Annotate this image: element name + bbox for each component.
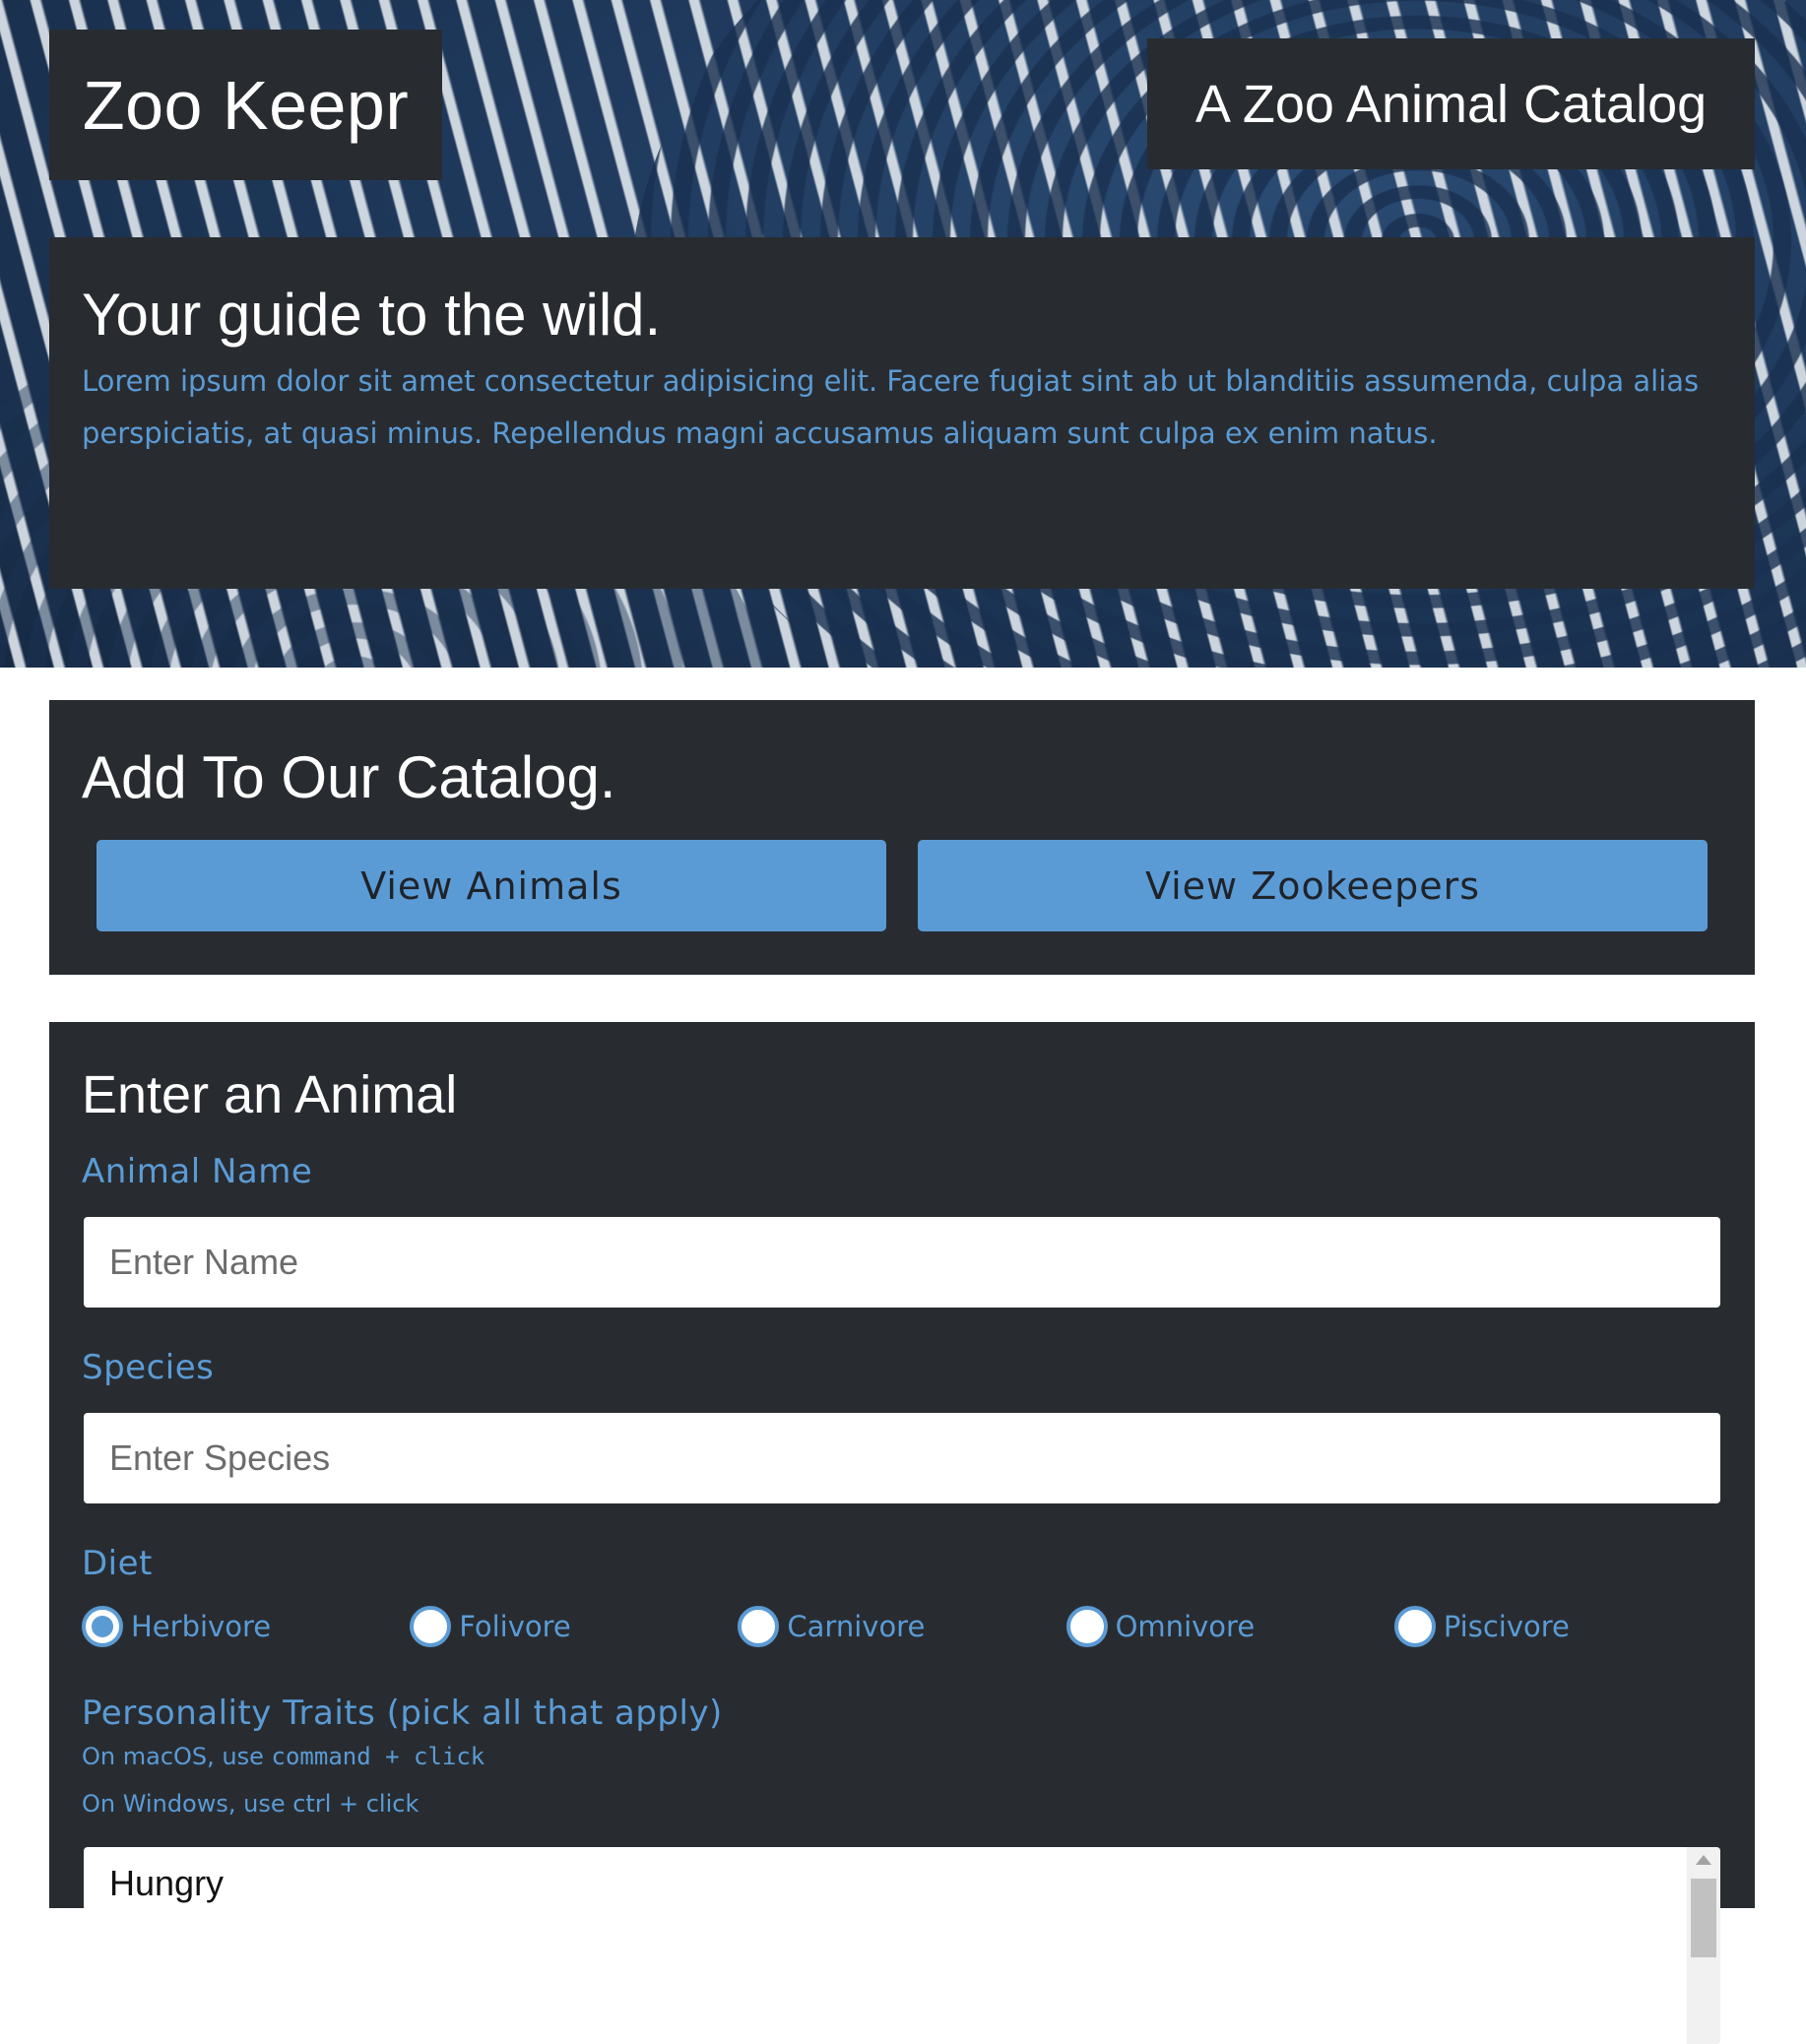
diet-option-carnivore[interactable]: Carnivore bbox=[738, 1606, 1065, 1647]
radio-unchecked-icon[interactable] bbox=[410, 1606, 452, 1647]
intro-title: Your guide to the wild. bbox=[82, 282, 662, 348]
animal-name-input[interactable] bbox=[84, 1217, 1720, 1308]
scrollbar-thumb[interactable] bbox=[1691, 1879, 1716, 1957]
hint-macos-keys: command + click bbox=[271, 1743, 485, 1770]
diet-label: Diet bbox=[82, 1544, 153, 1583]
form-title: Enter an Animal bbox=[82, 1065, 458, 1124]
diet-option-label: Omnivore bbox=[1115, 1610, 1256, 1643]
radio-unchecked-icon[interactable] bbox=[1393, 1606, 1436, 1647]
diet-option-label: Folivore bbox=[459, 1610, 571, 1643]
diet-option-piscivore[interactable]: Piscivore bbox=[1393, 1606, 1722, 1647]
radio-checked-icon[interactable] bbox=[82, 1606, 123, 1647]
intro-body: Lorem ipsum dolor sit amet consectetur a… bbox=[82, 364, 1700, 450]
catalog-panel: Add To Our Catalog. View Animals View Zo… bbox=[49, 700, 1755, 975]
personality-traits-label: Personality Traits (pick all that apply) bbox=[82, 1693, 723, 1733]
diet-radio-group: Herbivore Folivore Carnivore Omnivore Pi… bbox=[82, 1603, 1722, 1650]
traits-scrollbar[interactable] bbox=[1687, 1847, 1720, 2044]
diet-option-label: Piscivore bbox=[1443, 1610, 1570, 1643]
radio-unchecked-icon[interactable] bbox=[1065, 1606, 1108, 1647]
scroll-up-arrow-icon[interactable] bbox=[1696, 1855, 1711, 1865]
site-logo[interactable]: Zoo Keepr bbox=[49, 30, 442, 180]
view-zookeepers-button[interactable]: View Zookeepers bbox=[918, 840, 1708, 931]
diet-option-label: Carnivore bbox=[787, 1610, 926, 1643]
hint-macos-prefix: On macOS, use bbox=[82, 1743, 264, 1770]
hint-macos: On macOS, use command + click bbox=[82, 1733, 1722, 1780]
site-tagline: A Zoo Animal Catalog bbox=[1147, 38, 1755, 169]
view-animals-button[interactable]: View Animals bbox=[97, 840, 886, 931]
hint-windows: On Windows, use ctrl + click bbox=[82, 1790, 419, 1818]
species-input[interactable] bbox=[84, 1413, 1720, 1503]
animal-form: Enter an Animal Animal Name Species Diet… bbox=[49, 1022, 1755, 2044]
trait-option[interactable]: Hungry bbox=[84, 1847, 1720, 1904]
species-label: Species bbox=[82, 1348, 215, 1387]
intro-panel: Your guide to the wild. Lorem ipsum dolo… bbox=[49, 237, 1755, 589]
diet-option-folivore[interactable]: Folivore bbox=[410, 1606, 738, 1647]
animal-name-label: Animal Name bbox=[82, 1152, 313, 1191]
diet-option-herbivore[interactable]: Herbivore bbox=[82, 1606, 410, 1647]
radio-unchecked-icon[interactable] bbox=[738, 1606, 780, 1647]
personality-traits-select[interactable]: Hungry bbox=[84, 1847, 1720, 2044]
catalog-title: Add To Our Catalog. bbox=[82, 744, 616, 810]
diet-option-label: Herbivore bbox=[131, 1610, 272, 1643]
diet-option-omnivore[interactable]: Omnivore bbox=[1065, 1606, 1394, 1647]
